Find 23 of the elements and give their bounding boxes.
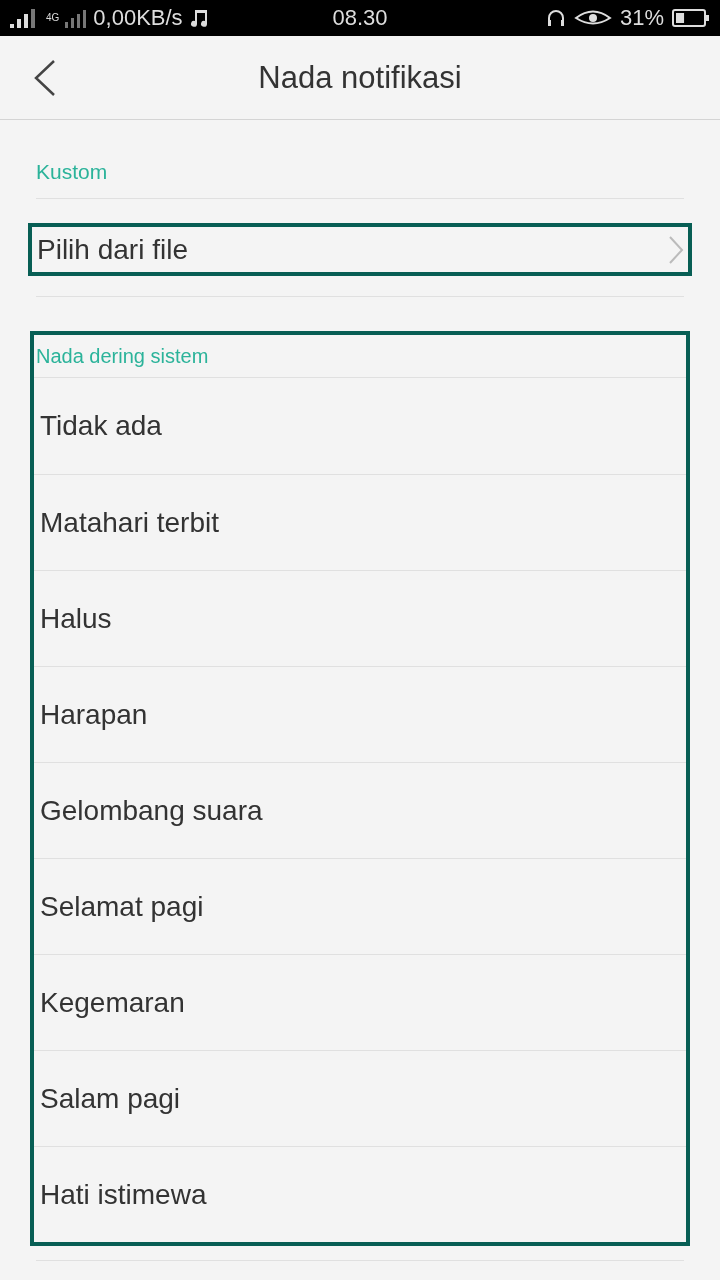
headset-icon (545, 8, 566, 28)
signal-icon (65, 8, 88, 28)
chevron-right-icon (668, 234, 684, 265)
ringtone-item[interactable]: Harapan (34, 666, 686, 762)
battery-icon (672, 8, 710, 28)
clock: 08.30 (332, 5, 388, 31)
choose-file-item[interactable]: Pilih dari file (28, 223, 692, 276)
battery-percent: 31% (619, 5, 664, 31)
ringtone-item[interactable]: Selamat pagi (34, 858, 686, 954)
eye-icon (573, 9, 612, 27)
music-note-icon (188, 7, 209, 29)
ringtone-item[interactable]: Tidak ada (34, 378, 686, 474)
page-title: Nada notifikasi (258, 59, 462, 96)
network-speed: 0,00KB/s (93, 5, 183, 31)
ringtone-item[interactable]: Gelombang suara (34, 762, 686, 858)
ringtone-item[interactable]: Kegemaran (34, 954, 686, 1050)
ringtone-item[interactable]: Hati istimewa (34, 1146, 686, 1242)
ringtone-item[interactable]: Halus (34, 570, 686, 666)
section-label: Kustom (36, 160, 108, 184)
ringtone-item[interactable]: Salam pagi (34, 1050, 686, 1146)
section-label: Nada dering sistem (36, 344, 209, 368)
network-type: 4G (46, 13, 60, 23)
ringtone-item[interactable]: Matahari terbit (34, 474, 686, 570)
